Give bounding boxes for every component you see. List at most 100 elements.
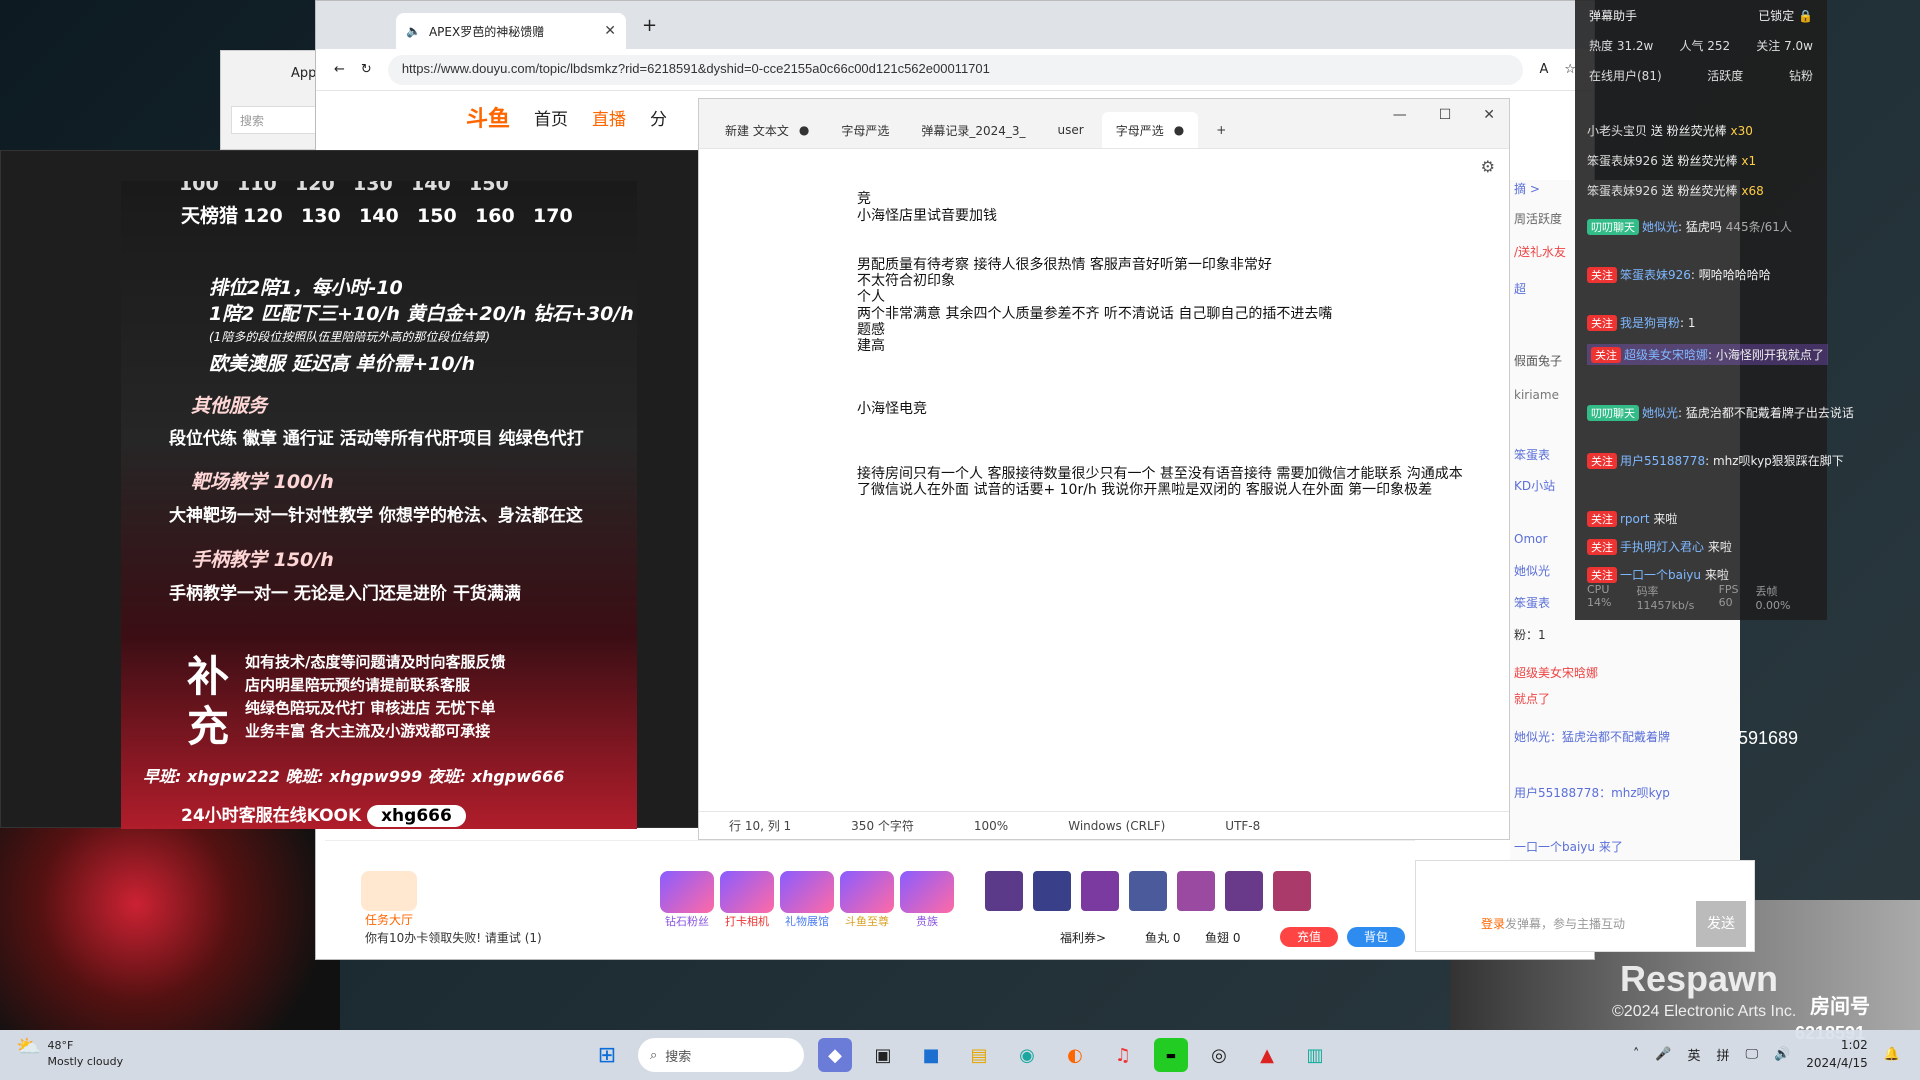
notification-icon[interactable]: 🔔	[1884, 1047, 1900, 1062]
chat-input[interactable]: 登录发弹幕，参与主播互动	[1481, 915, 1625, 932]
fps-stat: FPS 60	[1718, 583, 1739, 609]
obs-icon[interactable]: ◎	[1202, 1038, 1236, 1072]
file-explorer-icon[interactable]: ▤	[962, 1038, 996, 1072]
site-logo[interactable]: 斗鱼	[466, 101, 510, 133]
danmaku-helper-panel: 弹幕助手 已锁定 🔒 热度 31.2w 人气 252 关注 7.0w 在线用户(…	[1575, 0, 1854, 620]
list-item: kiriame	[1514, 388, 1559, 402]
notepad-tab[interactable]: 新建 文本文 ●	[711, 112, 823, 148]
search-icon: ⌕	[650, 1047, 658, 1063]
background-app-window[interactable]: App 搜索	[220, 50, 330, 150]
zoom-level[interactable]: 100%	[974, 819, 1008, 833]
recharge-button[interactable]: 充值	[1280, 927, 1338, 947]
network-icon[interactable]: 🖵	[1746, 1047, 1759, 1062]
list-item: 笨蛋表	[1514, 448, 1551, 462]
nav-live[interactable]: 直播	[592, 105, 626, 130]
minimize-icon[interactable]: —	[1393, 107, 1407, 123]
notepad-status-bar: 行 10, 列 1 350 个字符 100% Windows (CRLF) UT…	[699, 811, 1509, 839]
input-lang[interactable]: 英	[1688, 1045, 1701, 1064]
gift-item[interactable]: 打卡相机	[720, 871, 774, 929]
list-item: 粉：1	[1514, 628, 1546, 642]
weather-widget[interactable]: ⛅ 48°F Mostly cloudy	[16, 1034, 123, 1070]
input-method[interactable]: 拼	[1717, 1045, 1730, 1064]
taskbar-apps: ⊞ ⌕ 搜索 ◆ ▣ ■ ▤ ◉ ◐ ♫ ▬ ◎ ▲ ▥	[590, 1038, 1332, 1072]
task-hall-button[interactable]: 任务大厅	[361, 871, 417, 928]
copilot-icon[interactable]: ◆	[818, 1038, 852, 1072]
tab-diamond-fans[interactable]: 钻粉	[1789, 67, 1813, 84]
gift-item[interactable]: 礼物展馆	[780, 871, 834, 929]
list-item: 一口一个baiyu 来了	[1514, 840, 1623, 854]
back-icon[interactable]: ←	[334, 62, 345, 77]
brand-logo: Respawn	[1620, 958, 1779, 999]
encoding[interactable]: UTF-8	[1225, 819, 1260, 833]
heat-stat: 热度 31.2w	[1589, 38, 1654, 53]
read-aloud-icon[interactable]: A	[1539, 62, 1548, 77]
supplement-line: 纯绿色陪玩及代打 审核进店 无忧下单	[245, 699, 496, 717]
settings-icon[interactable]: ⚙	[1481, 157, 1495, 176]
nav-home[interactable]: 首页	[534, 105, 568, 130]
app-red-icon[interactable]: ▲	[1250, 1038, 1284, 1072]
task-view-icon[interactable]: ▣	[866, 1038, 900, 1072]
send-button[interactable]: 发送	[1696, 901, 1746, 947]
app-search-input[interactable]: 搜索	[231, 106, 321, 134]
tab-online-users[interactable]: 在线用户(81)	[1589, 67, 1662, 84]
notepad-text-area[interactable]: 竞 小海怪店里试音要加钱 男配质量有待考察 接待人很多很热情 客服声音好听第一印…	[699, 189, 1509, 809]
rank-line: 排位2陪1，每小时-10	[209, 277, 403, 299]
login-link[interactable]: 登录	[1481, 917, 1505, 931]
maximize-icon[interactable]: ☐	[1439, 107, 1452, 123]
pad-text: 手柄教学一对一 无论是入门还是进阶 干货满满	[169, 584, 521, 604]
notepad-tab[interactable]: 弹幕记录_2024_3_	[907, 112, 1039, 148]
notice-text: 你有10办卡领取失败! 请重试 (1)	[365, 931, 542, 945]
new-tab-icon[interactable]: +	[1202, 112, 1240, 148]
edge-icon[interactable]: ◉	[1010, 1038, 1044, 1072]
notepad-tab-active[interactable]: 字母严选 ●	[1101, 112, 1199, 148]
follow-stat: 关注 7.0w	[1756, 38, 1813, 53]
speaker-icon[interactable]: 🔈	[406, 24, 421, 38]
taskbar-search[interactable]: ⌕ 搜索	[638, 1038, 804, 1072]
line-ending[interactable]: Windows (CRLF)	[1068, 819, 1165, 833]
douyu-icon[interactable]: ◐	[1058, 1038, 1092, 1072]
microphone-icon[interactable]: 🎤	[1655, 1047, 1671, 1062]
chevron-up-icon[interactable]: ˄	[1633, 1047, 1640, 1062]
taskbar: ⛅ 48°F Mostly cloudy ⊞ ⌕ 搜索 ◆ ▣ ■ ▤ ◉ ◐ ♫…	[0, 1030, 1920, 1080]
list-item: 超	[1514, 282, 1527, 296]
fan-gift-strip[interactable]	[985, 871, 1311, 911]
danmaku-stats: 热度 31.2w 人气 252 关注 7.0w	[1575, 30, 1827, 60]
windows-start-icon[interactable]: ⊞	[590, 1038, 624, 1072]
app-title: App	[291, 66, 317, 81]
tab-activity[interactable]: 活跃度	[1707, 67, 1743, 84]
list-item: 假面兔子	[1514, 354, 1563, 368]
welfare-link[interactable]: 福利券>	[1060, 929, 1106, 946]
gift-item[interactable]: 钻石粉丝	[660, 871, 714, 929]
url-field[interactable]: https://www.douyu.com/topic/lbdsmkz?rid=…	[387, 54, 1524, 85]
list-item[interactable]: 摘 >	[1514, 180, 1540, 197]
clock[interactable]: 1:02 2024/4/15	[1806, 1036, 1868, 1072]
gift-item[interactable]: 斗鱼至尊	[840, 871, 894, 929]
game-launcher-icon[interactable]: ▬	[1154, 1038, 1188, 1072]
close-icon[interactable]: ✕	[604, 23, 616, 39]
lock-toggle[interactable]: 已锁定 🔒	[1758, 7, 1813, 24]
system-tray: ˄ 🎤 英 拼 🖵 🔊 1:02 2024/4/15 🔔	[1633, 1036, 1900, 1072]
price-poster: 100 110 120 130 140 150 天榜猎 120 130 140 150 160 170…	[121, 181, 637, 829]
backpack-button[interactable]: 背包	[1347, 927, 1405, 947]
chat-message: 叨叨聊天 她似光: 猛虎治都不配戴着牌子出去说话	[1587, 404, 1854, 421]
music-icon[interactable]: ♫	[1106, 1038, 1140, 1072]
store-icon[interactable]: ■	[914, 1038, 948, 1072]
fish-ball-count: 鱼丸 0	[1145, 931, 1181, 945]
gift-message: 小老头宝贝 送 粉丝荧光棒 x30	[1587, 124, 1753, 138]
nav-category[interactable]: 分	[650, 105, 667, 130]
browser-tab[interactable]: 🔈 APEX罗芭的神秘馈赠 ✕	[396, 13, 626, 49]
volume-icon[interactable]: 🔊	[1774, 1047, 1790, 1062]
notepad-tab[interactable]: user	[1044, 112, 1098, 148]
cpu-stat: CPU 14%	[1587, 583, 1612, 609]
notepad-tab[interactable]: 字母严选	[827, 112, 903, 148]
gift-item[interactable]: 贵族	[900, 871, 954, 929]
notepad-icon[interactable]: ▥	[1298, 1038, 1332, 1072]
refresh-icon[interactable]: ↻	[361, 62, 372, 77]
cloud-sun-icon: ⛅	[16, 1034, 41, 1058]
chat-message: 关注 超级美女宋晗娜: 小海怪刚开我就点了	[1587, 344, 1828, 365]
list-item: 她似光：猛虎治都不配戴着牌	[1514, 730, 1671, 744]
close-icon[interactable]: ✕	[1483, 107, 1495, 123]
notepad-tabs: 新建 文本文 ● 字母严选 弹幕记录_2024_3_ user 字母严选 ● + —…	[699, 99, 1509, 149]
new-tab-icon[interactable]: +	[626, 15, 657, 36]
room-label: 房间号	[1810, 996, 1870, 1018]
